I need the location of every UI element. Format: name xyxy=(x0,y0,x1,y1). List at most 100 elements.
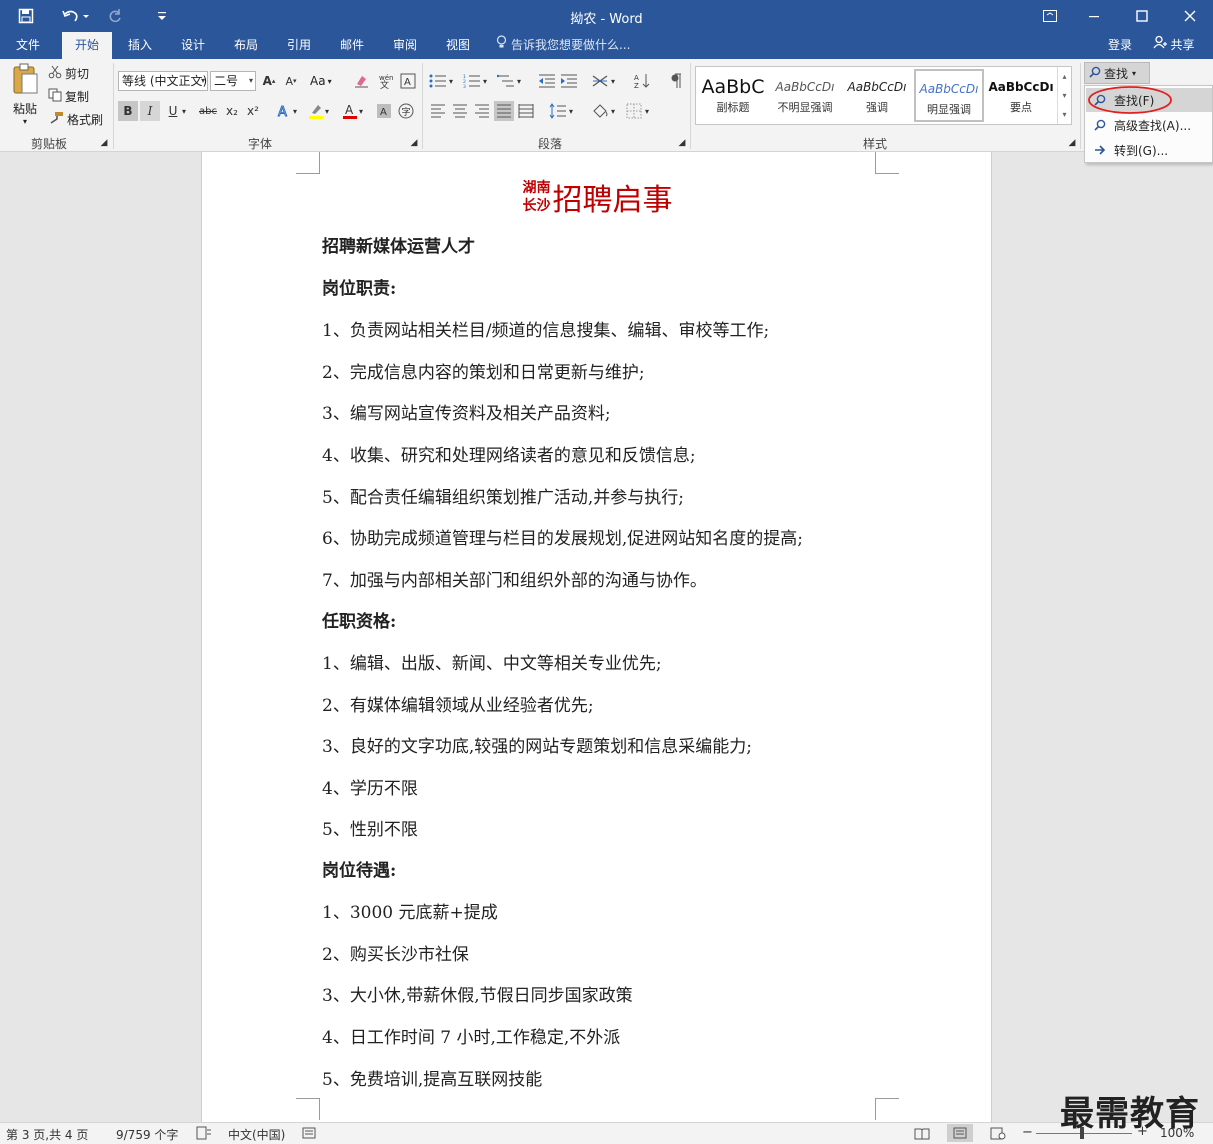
align-left-icon[interactable] xyxy=(428,101,448,121)
read-mode-icon[interactable] xyxy=(914,1127,930,1143)
dialog-launcher-icon[interactable]: ◢ xyxy=(408,137,420,149)
enclose-characters-icon[interactable]: 字 xyxy=(396,101,416,121)
bullets-icon[interactable] xyxy=(428,71,448,91)
align-center-icon[interactable] xyxy=(450,101,470,121)
word-count[interactable]: 9/759 个字 xyxy=(116,1126,178,1143)
show-formatting-icon[interactable] xyxy=(666,71,686,91)
shading-icon[interactable] xyxy=(590,101,610,121)
zoom-out-icon[interactable]: − xyxy=(1022,1125,1033,1140)
change-case-button[interactable]: Aa ▾ xyxy=(310,71,332,91)
style-emphasis[interactable]: AaBbCcDı 强调 xyxy=(842,69,912,122)
multilevel-list-icon[interactable] xyxy=(496,71,516,91)
find-button[interactable]: 查找 ▾ xyxy=(1084,62,1150,84)
list-item: 1、编辑、出版、新闻、中文等相关专业优先; xyxy=(322,654,662,674)
page-count[interactable]: 第 3 页,共 4 页 xyxy=(6,1126,88,1143)
chinese-layout-icon[interactable] xyxy=(590,71,610,91)
tab-view[interactable]: 视图 xyxy=(436,32,480,59)
increase-indent-icon[interactable] xyxy=(559,71,579,91)
tab-file[interactable]: 文件 xyxy=(6,32,50,59)
bold-button[interactable]: B xyxy=(118,101,138,121)
print-layout-icon[interactable] xyxy=(947,1124,973,1142)
crop-mark xyxy=(296,1098,320,1120)
sort-icon[interactable]: AZ xyxy=(632,71,652,91)
gallery-down-icon[interactable]: ▾ xyxy=(1058,86,1071,105)
copy-button[interactable]: 复制 xyxy=(48,88,89,105)
format-painter-button[interactable]: 格式刷 xyxy=(48,111,103,128)
clear-formatting-icon[interactable] xyxy=(352,71,372,91)
italic-button[interactable]: I xyxy=(140,101,160,121)
tab-design[interactable]: 设计 xyxy=(171,32,215,59)
subscript-button[interactable]: x₂ xyxy=(222,101,242,121)
numbering-icon[interactable]: 123 xyxy=(462,71,482,91)
chevron-down-icon[interactable]: ▾ xyxy=(446,71,456,91)
style-intense-emphasis[interactable]: AaBbCcDı 明显强调 xyxy=(914,69,984,122)
decrease-indent-icon[interactable] xyxy=(537,71,557,91)
copy-label: 复制 xyxy=(65,90,90,104)
tab-insert[interactable]: 插入 xyxy=(118,32,162,59)
maximize-icon[interactable] xyxy=(1128,0,1156,32)
chevron-down-icon[interactable]: ▾ xyxy=(480,71,490,91)
chevron-down-icon[interactable]: ▾ xyxy=(608,71,618,91)
distributed-icon[interactable] xyxy=(516,101,536,121)
menu-item-goto[interactable]: 转到(G)... xyxy=(1086,138,1212,162)
macro-record-icon[interactable] xyxy=(302,1127,316,1142)
font-size-combo[interactable]: 二号 ▾ xyxy=(210,71,256,91)
style-subtle-emphasis[interactable]: AaBbCcDı 不明显强调 xyxy=(770,69,840,122)
document-page[interactable]: 湖南 长沙 招聘启事 招聘新媒体运营人才 岗位职责: 1、负责网站相关栏目/频道的信… xyxy=(201,152,992,1124)
line-spacing-icon[interactable] xyxy=(548,101,568,121)
tab-layout[interactable]: 布局 xyxy=(224,32,268,59)
ribbon-display-icon[interactable] xyxy=(1036,0,1064,32)
tab-home[interactable]: 开始 xyxy=(62,32,112,59)
chevron-down-icon[interactable]: ▾ xyxy=(608,101,618,121)
chevron-down-icon[interactable]: ▾ xyxy=(514,71,524,91)
login-link[interactable]: 登录 xyxy=(1100,32,1140,59)
title-location-line: 长沙 xyxy=(522,198,551,214)
strikethrough-button[interactable]: abc xyxy=(196,101,220,121)
language-indicator[interactable]: 中文(中国) xyxy=(228,1126,285,1143)
phonetic-guide-icon[interactable]: wén 文 xyxy=(376,71,396,91)
tab-mailings[interactable]: 邮件 xyxy=(330,32,374,59)
tab-review[interactable]: 审阅 xyxy=(383,32,427,59)
list-item: 7、加强与内部相关部门和组织外部的沟通与协作。 xyxy=(322,571,707,591)
highlight-ellipse xyxy=(1088,86,1172,114)
svg-text:A: A xyxy=(404,77,411,88)
minimize-icon[interactable] xyxy=(1080,0,1108,32)
web-layout-icon[interactable] xyxy=(990,1127,1006,1143)
chevron-down-icon[interactable]: ▾ xyxy=(566,101,576,121)
style-label: 明显强调 xyxy=(927,103,971,116)
chevron-down-icon[interactable]: ▾ xyxy=(179,101,189,121)
align-right-icon[interactable] xyxy=(472,101,492,121)
chevron-down-icon[interactable]: ▾ xyxy=(290,101,300,121)
style-label: 副标题 xyxy=(716,101,750,114)
superscript-button[interactable]: x² xyxy=(243,101,263,121)
arrow-right-icon xyxy=(1086,145,1114,155)
style-subtitle[interactable]: AaBbC 副标题 xyxy=(698,69,768,122)
shrink-font-icon[interactable]: A ▾ xyxy=(281,71,301,91)
dialog-launcher-icon[interactable]: ◢ xyxy=(1066,137,1078,149)
gallery-up-icon[interactable]: ▴ xyxy=(1058,67,1071,86)
character-border-icon[interactable]: A xyxy=(398,71,418,91)
chevron-down-icon[interactable]: ▾ xyxy=(356,101,366,121)
dialog-launcher-icon[interactable]: ◢ xyxy=(98,137,110,149)
paste-button[interactable]: 粘贴 ▾ xyxy=(8,63,42,127)
share-button[interactable]: 共享 xyxy=(1144,32,1204,59)
menu-item-find[interactable]: 查找(F) xyxy=(1086,86,1212,114)
close-icon[interactable] xyxy=(1176,0,1204,32)
character-shading-icon[interactable]: A xyxy=(374,101,394,121)
list-item: 2、有媒体编辑领域从业经验者优先; xyxy=(322,696,594,716)
dialog-launcher-icon[interactable]: ◢ xyxy=(676,137,688,149)
cut-button[interactable]: 剪切 xyxy=(48,65,89,82)
proofing-icon[interactable] xyxy=(196,1126,212,1143)
font-size-value: 二号 xyxy=(214,74,239,88)
borders-icon[interactable] xyxy=(624,101,644,121)
chevron-down-icon[interactable]: ▾ xyxy=(642,101,652,121)
font-name-combo[interactable]: 等线 (中文正文) ▾ xyxy=(118,71,208,91)
style-strong[interactable]: AaBbCcDı 要点 xyxy=(986,69,1056,122)
chevron-down-icon[interactable]: ▾ xyxy=(322,101,332,121)
tell-me-box[interactable]: 告诉我您想要做什么... xyxy=(496,32,646,59)
grow-font-icon[interactable]: A ▴ xyxy=(259,71,279,91)
gallery-more-icon[interactable]: ▾ xyxy=(1058,105,1071,124)
tab-references[interactable]: 引用 xyxy=(277,32,321,59)
menu-item-advanced-find[interactable]: 高级查找(A)... xyxy=(1086,113,1212,137)
justify-icon[interactable] xyxy=(494,101,514,121)
